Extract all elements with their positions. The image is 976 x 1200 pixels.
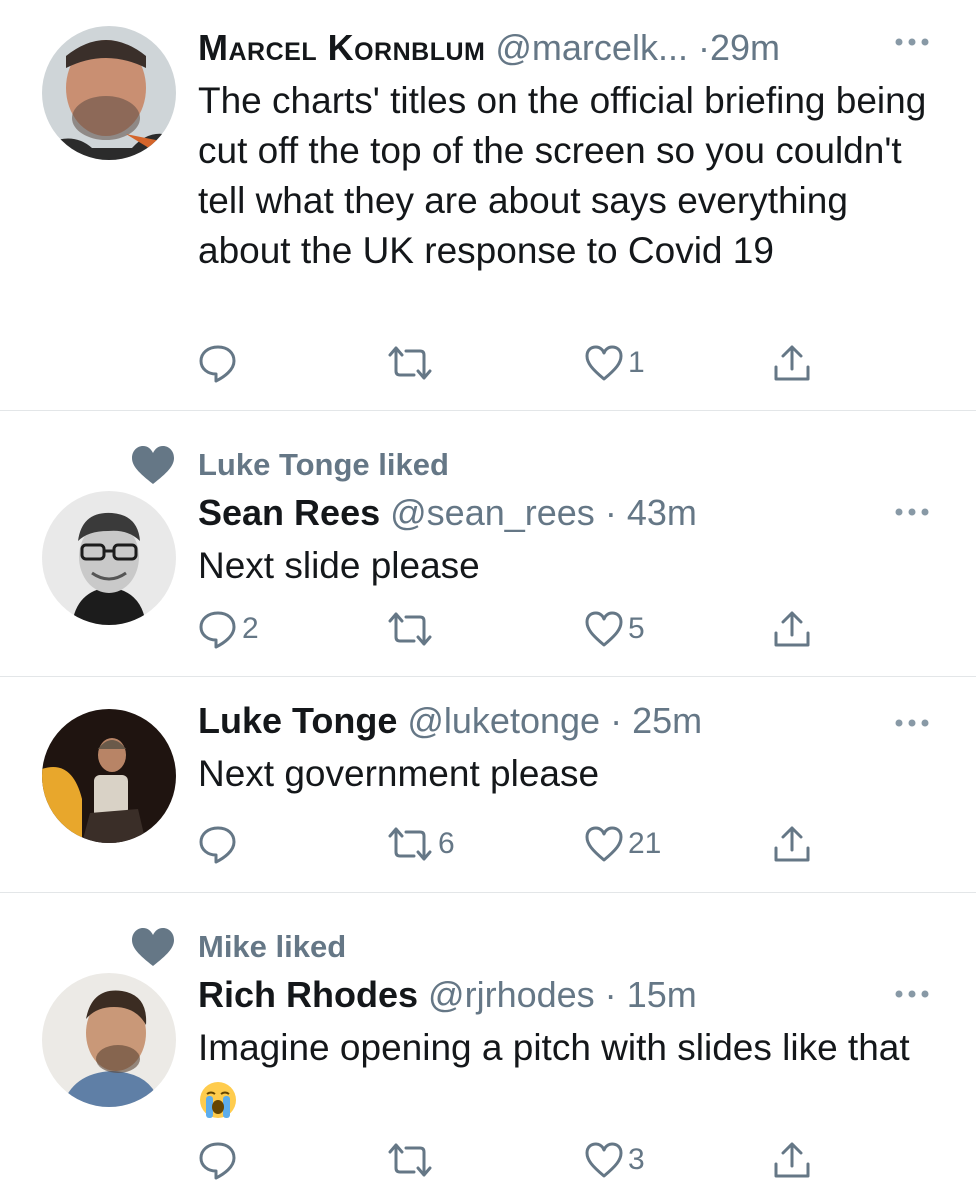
like-button[interactable]: 3 <box>584 1140 645 1180</box>
author-handle[interactable]: @luketonge <box>407 700 600 741</box>
timestamp[interactable]: 15m <box>627 974 697 1015</box>
reply-button[interactable] <box>198 824 242 864</box>
retweet-button[interactable]: 6 <box>386 824 455 864</box>
timestamp[interactable]: 29m <box>710 27 780 68</box>
like-button[interactable]: 21 <box>584 824 661 864</box>
reply-icon <box>199 611 236 649</box>
author-name[interactable]: Luke Tonge <box>198 700 397 741</box>
tweet-text: Next government please <box>198 753 600 794</box>
more-icon[interactable] <box>894 989 930 999</box>
heart-outline-icon <box>585 1142 623 1178</box>
timestamp[interactable]: 43m <box>627 492 697 533</box>
separator-dot: · <box>697 27 710 68</box>
like-button[interactable]: 5 <box>584 609 645 649</box>
retweet-icon <box>388 1143 432 1177</box>
reply-icon <box>199 1142 236 1180</box>
tweet[interactable]: Marcel Kornblum @marcelk... ·29m The cha… <box>0 0 976 411</box>
share-button[interactable] <box>772 343 812 383</box>
heart-filled-icon <box>132 446 174 484</box>
reply-icon <box>199 345 236 383</box>
tweet-text-content: Imagine opening a pitch with slides like… <box>198 1027 910 1068</box>
separator-dot: · <box>610 700 623 741</box>
like-count: 5 <box>628 612 645 645</box>
retweet-icon <box>388 827 432 861</box>
liked-by-label[interactable]: Luke Tonge liked <box>198 447 449 483</box>
author-handle[interactable]: @marcelk... <box>495 27 688 68</box>
like-count: 21 <box>628 827 662 860</box>
share-icon <box>774 826 810 862</box>
separator-dot: · <box>604 974 617 1015</box>
retweet-icon <box>388 346 432 380</box>
author-name[interactable]: Marcel Kornblum <box>198 27 485 68</box>
share-icon <box>774 345 810 381</box>
share-button[interactable] <box>772 609 812 649</box>
more-icon[interactable] <box>894 718 930 728</box>
reply-button[interactable]: 2 <box>198 609 259 649</box>
retweet-icon <box>388 612 432 646</box>
tweet-text: The charts' titles on the official brief… <box>198 80 927 271</box>
reply-button[interactable] <box>198 343 242 383</box>
avatar[interactable] <box>42 26 176 160</box>
reply-button[interactable] <box>198 1140 242 1180</box>
author-name[interactable]: Rich Rhodes <box>198 974 418 1015</box>
loudly-crying-face-emoji <box>200 1082 236 1119</box>
avatar[interactable] <box>42 709 176 843</box>
liked-by-label[interactable]: Mike liked <box>198 929 346 965</box>
like-count: 1 <box>628 346 645 379</box>
social-context: Mike liked <box>130 927 346 967</box>
social-context: Luke Tonge liked <box>130 445 449 485</box>
avatar[interactable] <box>42 973 176 1107</box>
like-button[interactable]: 1 <box>584 343 645 383</box>
tweet[interactable]: Luke Tonge @luketonge · 25m Next governm… <box>0 677 976 893</box>
share-icon <box>774 611 810 647</box>
share-icon <box>774 1142 810 1178</box>
retweet-count: 6 <box>438 827 455 860</box>
more-icon[interactable] <box>894 37 930 47</box>
tweet-text: Imagine opening a pitch with slides like… <box>198 1023 936 1123</box>
share-button[interactable] <box>772 1140 812 1180</box>
reply-count: 2 <box>242 612 259 645</box>
tweet[interactable]: Luke Tonge liked Sean Rees @sean_rees · … <box>0 411 976 677</box>
retweet-button[interactable] <box>386 609 438 649</box>
retweet-button[interactable] <box>386 343 438 383</box>
retweet-button[interactable] <box>386 1140 438 1180</box>
author-name[interactable]: Sean Rees <box>198 492 380 533</box>
more-icon[interactable] <box>894 507 930 517</box>
heart-outline-icon <box>585 611 623 647</box>
author-handle[interactable]: @sean_rees <box>390 492 595 533</box>
reply-icon <box>199 826 236 864</box>
tweet-text: Next slide please <box>198 545 480 586</box>
author-handle[interactable]: @rjrhodes <box>428 974 595 1015</box>
avatar[interactable] <box>42 491 176 625</box>
heart-outline-icon <box>585 826 623 862</box>
like-count: 3 <box>628 1143 645 1176</box>
separator-dot: · <box>604 492 617 533</box>
tweet[interactable]: Mike liked Rich Rhodes @rjrhodes · 15m I… <box>0 893 976 1200</box>
heart-filled-icon <box>132 928 174 966</box>
heart-outline-icon <box>585 345 623 381</box>
timestamp[interactable]: 25m <box>632 700 702 741</box>
share-button[interactable] <box>772 824 812 864</box>
